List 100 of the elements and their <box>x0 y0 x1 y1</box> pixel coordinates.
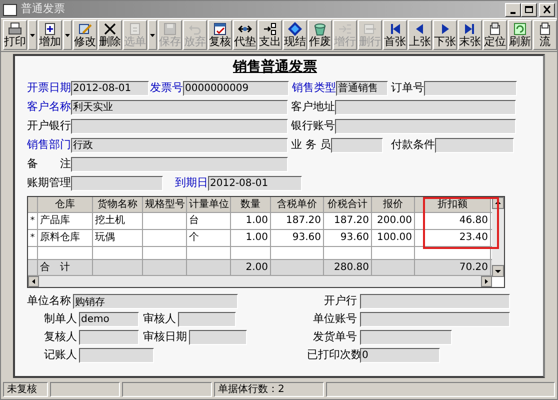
first-record-icon <box>388 22 402 36</box>
status-panel <box>50 382 120 396</box>
caret-icon <box>150 34 155 36</box>
table-cell: 280.80 <box>324 260 372 275</box>
window-title: 普通发票 <box>21 1 66 18</box>
toolbar-button[interactable]: 修改 <box>73 20 97 50</box>
column-header[interactable]: 货物名称 <box>93 197 143 212</box>
table-cell: 挖土机 <box>93 213 143 229</box>
input-field[interactable] <box>71 156 288 172</box>
check-document-icon <box>213 22 227 36</box>
input-field[interactable] <box>71 118 288 134</box>
column-header[interactable]: 计量单位 <box>187 197 231 212</box>
table-cell: 1.00 <box>231 230 271 246</box>
toolbar-button[interactable]: 删除 <box>98 20 122 50</box>
locate-document-icon <box>488 22 502 36</box>
toolbar-button[interactable]: 上张 <box>408 20 432 50</box>
status-text: 未复核 <box>3 382 48 396</box>
input-field[interactable] <box>360 312 510 327</box>
input-field[interactable]: 0000000009 <box>183 80 289 96</box>
input-field[interactable] <box>360 294 510 309</box>
close-button[interactable] <box>539 2 555 16</box>
table-cell: 23.40 <box>415 230 491 246</box>
dropdown-button[interactable] <box>28 20 37 50</box>
minimize-icon <box>510 12 516 14</box>
field-label: 销售类型 <box>292 80 336 96</box>
arrow-boxes-icon <box>263 22 277 36</box>
toolbar-button[interactable]: 定位 <box>483 20 507 50</box>
toolbar-button[interactable]: 现结 <box>283 20 307 50</box>
table-cell: 93.60 <box>271 230 324 246</box>
input-field[interactable]: 行政 <box>71 138 288 152</box>
column-header[interactable]: 规格型号 <box>143 197 187 212</box>
field-label: 客户名称 <box>27 98 71 115</box>
toolbar-button[interactable]: 作废 <box>308 20 332 50</box>
table-cell: 原料仓库 <box>38 230 93 246</box>
input-field[interactable] <box>79 330 139 345</box>
field-label: 银行账号 <box>291 118 335 134</box>
toolbar-button[interactable]: 增加 <box>38 20 62 50</box>
table-cell: 产品库 <box>38 213 93 229</box>
column-header[interactable]: 含税单价 <box>271 197 324 212</box>
caret-icon <box>65 34 70 36</box>
input-field[interactable] <box>335 100 516 114</box>
table-cell: 合 计 <box>38 260 93 275</box>
input-field[interactable]: demo <box>79 312 139 327</box>
input-field[interactable] <box>335 118 516 134</box>
field-label: 备 注 <box>27 156 71 172</box>
table-cell: 46.80 <box>415 213 491 229</box>
input-field[interactable] <box>79 348 154 363</box>
column-header[interactable]: 价税合计 <box>324 197 372 212</box>
column-header[interactable]: 仓库 <box>38 197 93 212</box>
field-label: 开票日期 <box>27 80 71 96</box>
field-label: 销售部门 <box>27 136 71 153</box>
x-icon <box>103 22 117 36</box>
field-label: 开户银行 <box>27 118 71 134</box>
horizontal-scrollbar[interactable] <box>28 276 492 287</box>
last-record-icon <box>463 22 477 36</box>
field-label: 制单人 <box>43 311 77 328</box>
input-field[interactable]: 普通销售 <box>336 80 388 96</box>
field-label: 业 务 员 <box>291 136 331 153</box>
table-cell: 70.20 <box>415 260 491 275</box>
input-field[interactable] <box>331 138 383 152</box>
input-field[interactable]: 2012-08-01 <box>71 80 149 96</box>
field-label: 单位账号 <box>312 311 357 328</box>
minimize-button[interactable] <box>505 2 521 16</box>
field-label: 客户地址 <box>291 98 335 115</box>
toolbar-button[interactable]: 复核 <box>208 20 232 50</box>
maximize-button[interactable] <box>521 2 537 16</box>
close-icon <box>542 5 552 14</box>
bucket-icon <box>313 22 327 36</box>
column-header[interactable]: 数量 <box>231 197 271 212</box>
field-label: 复核人 <box>43 329 77 346</box>
dropdown-button[interactable] <box>63 20 72 50</box>
printer-icon <box>8 22 22 36</box>
field-label: 发票号 <box>150 80 183 96</box>
field-label: 审核日期 <box>143 329 187 346</box>
toolbar-button[interactable]: 流 <box>533 20 557 50</box>
input-field[interactable] <box>71 176 163 190</box>
field-label: 单位名称 <box>27 293 71 310</box>
toolbar-button[interactable]: 支出 <box>258 20 282 50</box>
maximize-icon <box>524 5 534 14</box>
input-field[interactable] <box>178 312 236 327</box>
input-field[interactable]: 利天实业 <box>71 100 288 114</box>
toolbar-button[interactable]: 打印 <box>3 20 27 50</box>
input-field[interactable]: 2012-08-01 <box>208 176 302 190</box>
field-label: 记账人 <box>43 347 77 364</box>
input-field[interactable]: 0 <box>360 348 440 363</box>
input-field[interactable] <box>360 330 452 345</box>
toolbar-button[interactable]: 刷新 <box>508 20 532 50</box>
toolbar-button[interactable]: 代垫 <box>233 20 257 50</box>
input-field[interactable]: 购销存 <box>73 294 238 309</box>
column-header[interactable]: 报价 <box>372 197 415 212</box>
input-field[interactable] <box>424 80 517 96</box>
toolbar-button[interactable]: 下张 <box>433 20 457 50</box>
toolbar-button[interactable]: 末张 <box>458 20 482 50</box>
input-field[interactable] <box>435 138 514 152</box>
table-cell: 187.20 <box>271 213 324 229</box>
table-cell: 玩偶 <box>93 230 143 246</box>
pencil-document-icon <box>78 22 92 36</box>
table-cell: 2.00 <box>231 260 271 275</box>
input-field[interactable] <box>189 330 247 345</box>
toolbar-button[interactable]: 首张 <box>383 20 407 50</box>
